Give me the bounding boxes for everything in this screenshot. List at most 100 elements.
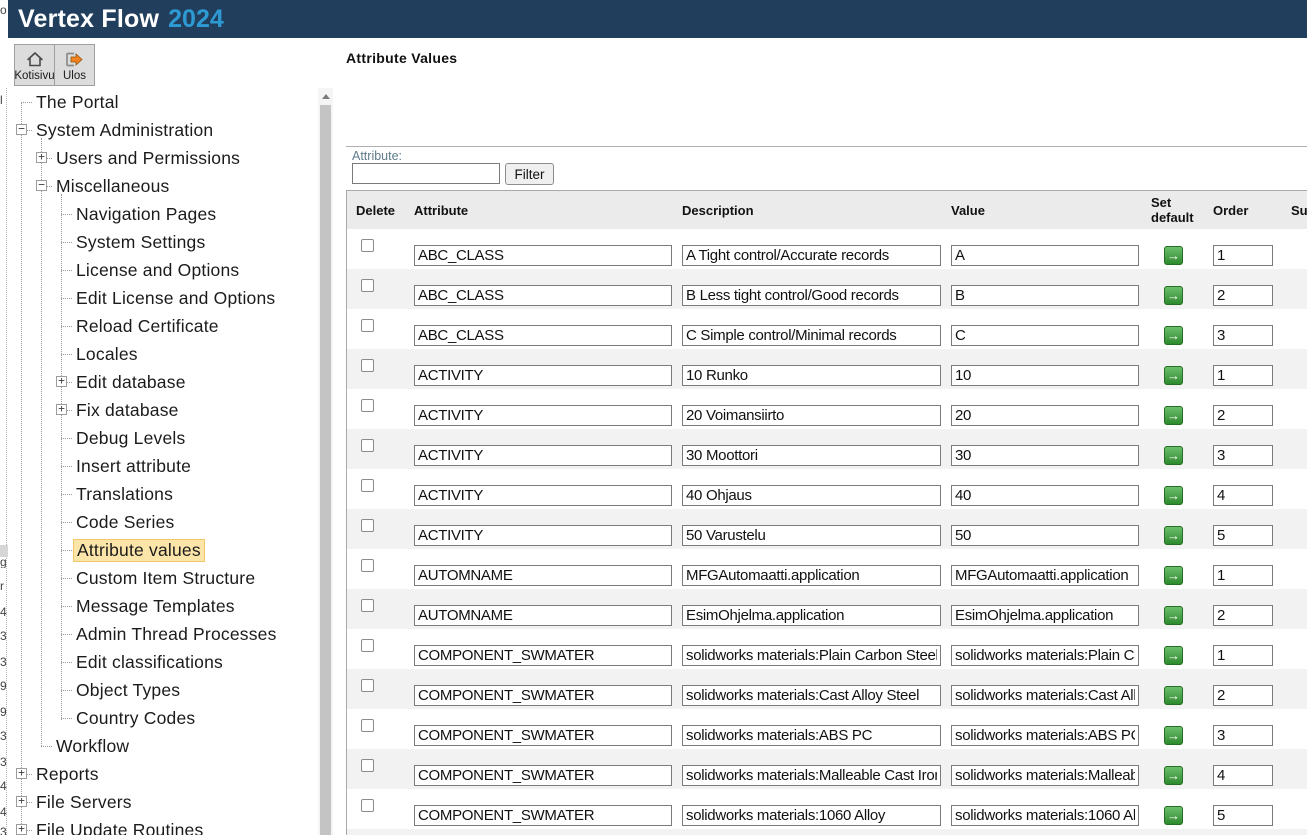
sidebar-item[interactable]: +Reports [8,760,318,788]
description-input[interactable] [682,325,941,346]
value-input[interactable] [951,685,1139,706]
attribute-input[interactable] [414,565,672,586]
description-input[interactable] [682,485,941,506]
tree-item-label[interactable]: Translations [73,483,176,506]
sidebar-item[interactable]: Admin Thread Processes [8,620,318,648]
set-default-button[interactable]: → [1164,606,1183,625]
scroll-up-arrow-icon[interactable] [318,88,333,104]
filter-button[interactable]: Filter [505,163,554,185]
attribute-input[interactable] [414,325,672,346]
sidebar-item[interactable]: Workflow [8,732,318,760]
sidebar-item[interactable]: Country Codes [8,704,318,732]
order-input[interactable] [1213,445,1273,466]
tree-item-label[interactable]: Debug Levels [73,427,188,450]
sidebar-item[interactable]: License and Options [8,256,318,284]
description-input[interactable] [682,405,941,426]
set-default-button[interactable]: → [1164,326,1183,345]
tree-item-label[interactable]: Country Codes [73,707,198,730]
delete-checkbox[interactable] [361,239,374,252]
order-input[interactable] [1213,685,1273,706]
tree-item-label[interactable]: Edit database [73,371,189,394]
tree-item-label[interactable]: Locales [73,343,141,366]
order-input[interactable] [1213,645,1273,666]
delete-checkbox[interactable] [361,319,374,332]
set-default-button[interactable]: → [1164,686,1183,705]
attribute-input[interactable] [414,725,672,746]
value-input[interactable] [951,765,1139,786]
order-input[interactable] [1213,525,1273,546]
value-input[interactable] [951,365,1139,386]
expand-icon[interactable]: + [36,152,47,163]
value-input[interactable] [951,645,1139,666]
sidebar-item[interactable]: Edit License and Options [8,284,318,312]
sidebar-item[interactable]: Message Templates [8,592,318,620]
sidebar-item-selected[interactable]: Attribute values [8,536,318,564]
order-input[interactable] [1213,365,1273,386]
sidebar-item[interactable]: Debug Levels [8,424,318,452]
tree-item-label[interactable]: Custom Item Structure [73,567,258,590]
sidebar-item[interactable]: Object Types [8,676,318,704]
delete-checkbox[interactable] [361,519,374,532]
value-input[interactable] [951,565,1139,586]
order-input[interactable] [1213,485,1273,506]
sidebar-item[interactable]: Navigation Pages [8,200,318,228]
delete-checkbox[interactable] [361,599,374,612]
description-input[interactable] [682,285,941,306]
tree-item-label[interactable]: System Settings [73,231,208,254]
delete-checkbox[interactable] [361,759,374,772]
description-input[interactable] [682,645,941,666]
expand-icon[interactable]: + [56,404,67,415]
description-input[interactable] [682,365,941,386]
attribute-input[interactable] [414,685,672,706]
delete-checkbox[interactable] [361,359,374,372]
tree-item-label[interactable]: System Administration [33,119,216,142]
delete-checkbox[interactable] [361,399,374,412]
tree-item-label[interactable]: File Servers [33,791,135,814]
value-input[interactable] [951,805,1139,826]
delete-checkbox[interactable] [361,719,374,732]
tree-item-label[interactable]: Reports [33,763,102,786]
description-input[interactable] [682,605,941,626]
attribute-input[interactable] [414,805,672,826]
description-input[interactable] [682,685,941,706]
tree-item-label[interactable]: Fix database [73,399,182,422]
attribute-input[interactable] [414,405,672,426]
attribute-input[interactable] [414,645,672,666]
delete-checkbox[interactable] [361,559,374,572]
sidebar-item[interactable]: −Miscellaneous [8,172,318,200]
expand-icon[interactable]: + [16,796,27,807]
sidebar-item[interactable]: Code Series [8,508,318,536]
order-input[interactable] [1213,765,1273,786]
sidebar-item[interactable]: + Users and Permissions [8,144,318,172]
set-default-button[interactable]: → [1164,246,1183,265]
order-input[interactable] [1213,285,1273,306]
tree-item-label[interactable]: Navigation Pages [73,203,219,226]
sidebar-item[interactable]: Custom Item Structure [8,564,318,592]
tree-item-label[interactable]: Miscellaneous [53,175,173,198]
set-default-button[interactable]: → [1164,566,1183,585]
tree-item-label[interactable]: Attribute values [73,539,205,562]
tree-item-label[interactable]: Insert attribute [73,455,194,478]
delete-checkbox[interactable] [361,679,374,692]
sidebar-item[interactable]: Insert attribute [8,452,318,480]
order-input[interactable] [1213,565,1273,586]
sidebar-item[interactable]: +File Update Routines [8,816,318,835]
description-input[interactable] [682,725,941,746]
description-input[interactable] [682,245,941,266]
set-default-button[interactable]: → [1164,446,1183,465]
sidebar-item[interactable]: −System Administration [8,116,318,144]
set-default-button[interactable]: → [1164,526,1183,545]
sidebar-item[interactable]: +Edit database [8,368,318,396]
home-button[interactable]: Kotisivu [14,44,55,86]
tree-item-label[interactable]: License and Options [73,259,242,282]
sidebar-item[interactable]: System Settings [8,228,318,256]
tree-item-label[interactable]: Workflow [53,735,132,758]
tree-item-label[interactable]: Users and Permissions [53,147,243,170]
attribute-input[interactable] [414,605,672,626]
order-input[interactable] [1213,605,1273,626]
attribute-input[interactable] [414,525,672,546]
logout-button[interactable]: Ulos [54,44,95,86]
sidebar-item[interactable]: Translations [8,480,318,508]
expand-icon[interactable]: + [16,824,27,835]
set-default-button[interactable]: → [1164,726,1183,745]
